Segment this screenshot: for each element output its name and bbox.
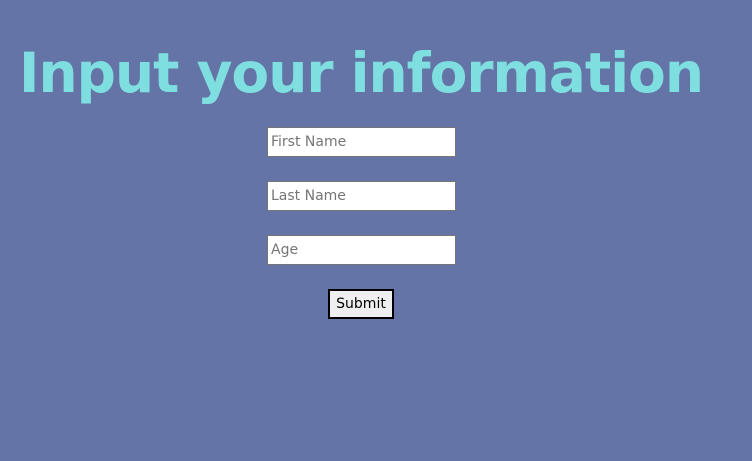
submit-button[interactable]: Submit	[328, 289, 394, 319]
age-input[interactable]	[267, 235, 456, 265]
page-title: Input your information	[18, 41, 704, 105]
last-name-input[interactable]	[267, 181, 456, 211]
first-name-input[interactable]	[267, 127, 456, 157]
